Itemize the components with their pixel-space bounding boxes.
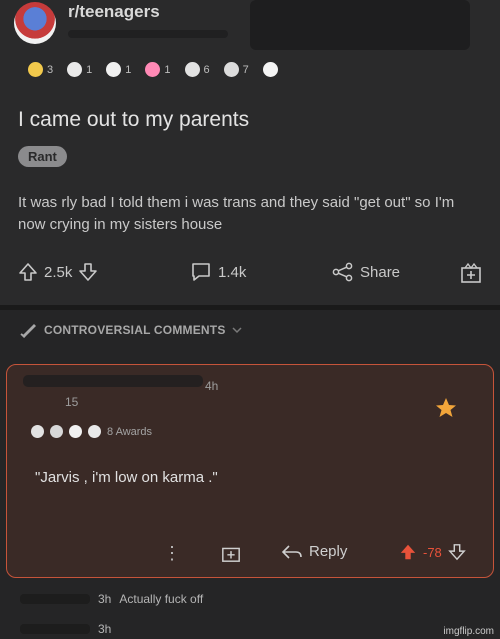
comment-actions: ⋮ Reply -78 <box>7 539 495 569</box>
comment-text: "Jarvis , i'm low on karma ." <box>35 469 218 486</box>
bubble-icon <box>262 62 278 77</box>
comment-score-line: 15 <box>65 395 79 409</box>
share-label: Share <box>360 263 401 281</box>
comment-award-button[interactable] <box>221 543 241 563</box>
helpful-icon <box>223 62 239 77</box>
subreddit-name[interactable]: r/teenagers <box>68 2 160 22</box>
gift-box-icon <box>221 543 241 563</box>
comment-vote-group: -78 <box>399 543 466 561</box>
post-card: r/teenagers 3 1 1 1 6 7 I came out to my… <box>0 0 500 305</box>
silver-icon <box>31 425 44 438</box>
heart-eyes-icon <box>145 62 161 77</box>
chevron-down-icon <box>232 326 242 334</box>
post-actions: 2.5k 1.4k Share <box>0 256 500 292</box>
post-awards[interactable]: 3 1 1 1 6 7 <box>28 62 286 77</box>
share-icon <box>332 262 354 282</box>
wholesome-seal-icon <box>88 425 101 438</box>
helpful-icon <box>50 425 63 438</box>
bubble-icon <box>69 425 82 438</box>
reply-arrow-icon <box>281 544 303 560</box>
reply-row[interactable]: 3h <box>20 622 111 636</box>
wholesome-seal-icon <box>67 62 83 77</box>
award-wholesome[interactable]: 1 <box>67 62 92 77</box>
reply-row[interactable]: 3h Actually fuck off <box>20 592 203 606</box>
post-title[interactable]: I came out to my parents <box>18 108 249 132</box>
post-flair[interactable]: Rant <box>18 146 67 167</box>
section-divider <box>0 305 500 310</box>
upvote-count: 2.5k <box>44 263 73 281</box>
highlighted-comment: 4h 15 8 Awards "Jarvis , i'm low on karm… <box>6 364 494 578</box>
post-body: It was rly bad I told them i was trans a… <box>18 194 455 233</box>
silver-icon <box>184 62 200 77</box>
watermark: imgflip.com <box>443 626 494 637</box>
comments-button[interactable]: 1.4k <box>190 262 246 282</box>
sort-label: CONTROVERSIAL COMMENTS <box>44 323 226 337</box>
redacted-area <box>250 0 470 50</box>
award-hugz[interactable]: 1 <box>106 62 131 77</box>
upvote-icon[interactable] <box>18 262 38 282</box>
hugz-icon <box>106 62 122 77</box>
award-button[interactable] <box>460 262 482 284</box>
redacted-username <box>20 594 90 604</box>
awards-count-label: 8 Awards <box>107 425 153 438</box>
award-bubble[interactable] <box>262 62 278 77</box>
award-heart-eyes[interactable]: 1 <box>145 62 171 77</box>
redacted-username <box>20 624 90 634</box>
redacted-comment-author <box>23 375 203 387</box>
share-button[interactable]: Share <box>332 262 400 282</box>
reply-time: 3h <box>98 622 112 636</box>
subreddit-avatar[interactable] <box>14 2 56 44</box>
downvote-icon[interactable] <box>78 262 98 282</box>
comment-vote-score: -78 <box>423 544 442 560</box>
laughing-face-icon <box>28 62 43 77</box>
sword-icon <box>20 322 38 338</box>
comment-sort-button[interactable]: CONTROVERSIAL COMMENTS <box>20 322 242 338</box>
reply-button[interactable]: Reply <box>281 543 347 560</box>
vote-group: 2.5k <box>18 262 98 282</box>
reply-label: Reply <box>309 543 348 560</box>
downvote-icon[interactable] <box>447 543 466 561</box>
comment-count: 1.4k <box>218 263 247 281</box>
reply-text: Actually fuck off <box>119 592 204 606</box>
star-award-icon <box>433 395 459 426</box>
comment-bubble-icon <box>190 262 212 282</box>
comment-time: 4h <box>205 379 219 393</box>
upvote-icon[interactable] <box>399 543 417 561</box>
more-options-icon[interactable]: ⋮ <box>163 543 181 564</box>
redacted-username <box>68 30 228 38</box>
award-laughing[interactable]: 3 <box>28 62 53 77</box>
award-helpful[interactable]: 7 <box>223 62 249 77</box>
award-silver[interactable]: 6 <box>184 62 210 77</box>
comment-awards[interactable]: 8 Awards <box>31 425 152 438</box>
gift-box-icon <box>460 262 482 284</box>
reply-time: 3h <box>98 592 112 606</box>
